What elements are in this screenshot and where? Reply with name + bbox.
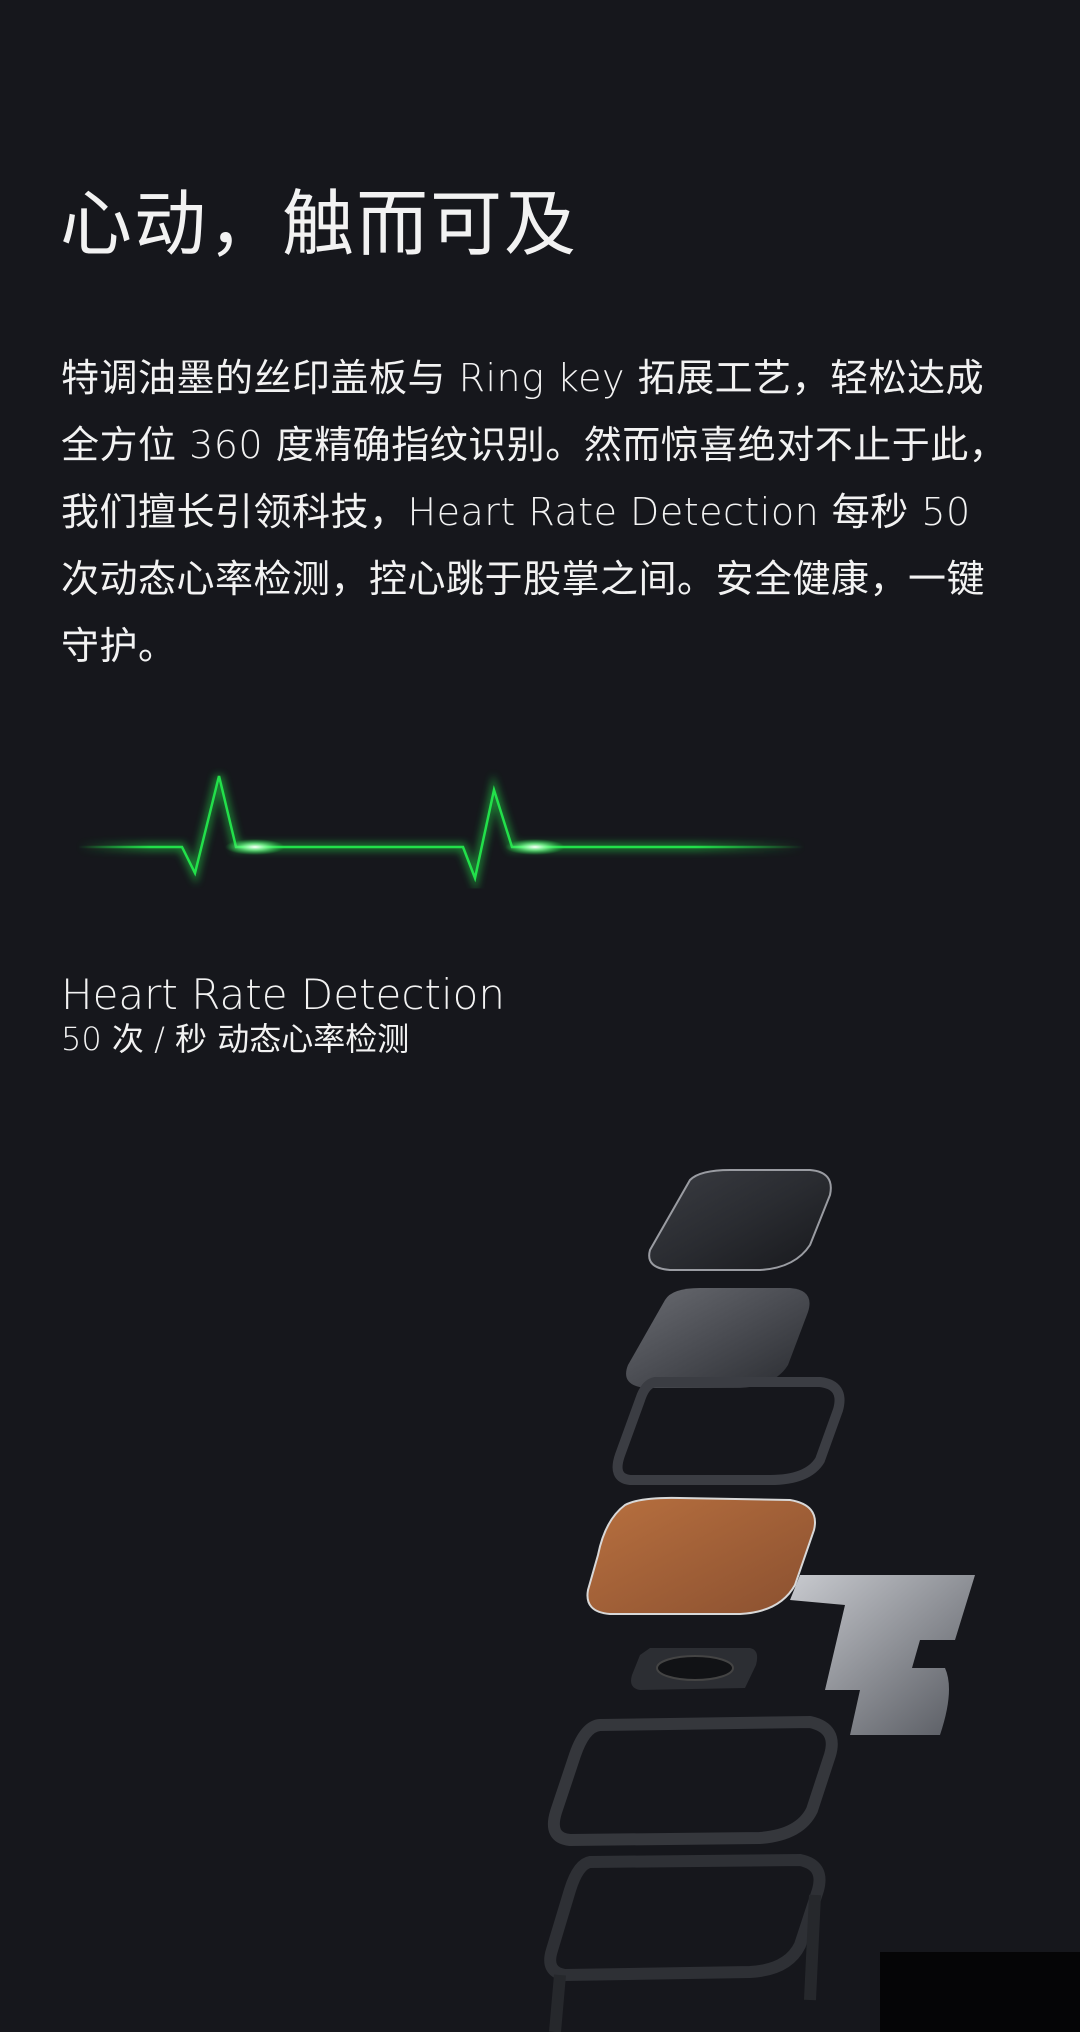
section-title: 心动，触而可及: [60, 182, 579, 266]
copper-plate: [586, 1496, 816, 1615]
sensor-chip: [631, 1648, 758, 1690]
ring-key-frame: [612, 1377, 845, 1485]
pulse-spark: [225, 839, 285, 855]
pulse-spark: [505, 839, 565, 855]
ink-cover-layer: [626, 1288, 810, 1388]
heartbeat-line-graphic: [78, 774, 804, 892]
section-description: 特调油墨的丝印盖板与 Ring key 拓展工艺，轻松达成全方位 360 度精确…: [61, 356, 1008, 668]
metal-bracket: [790, 1575, 975, 1735]
heartbeat-glow: [78, 774, 804, 892]
heart-rate-subtitle: 50 次 / 秒 动态心率检测: [61, 1020, 410, 1058]
heart-rate-title: Heart Rate Detection: [61, 970, 505, 1019]
black-floor: [880, 1952, 1080, 2032]
middle-frame: [547, 1715, 838, 1847]
top-glass-layer: [648, 1169, 832, 1271]
bottom-frame: [544, 1853, 826, 2032]
